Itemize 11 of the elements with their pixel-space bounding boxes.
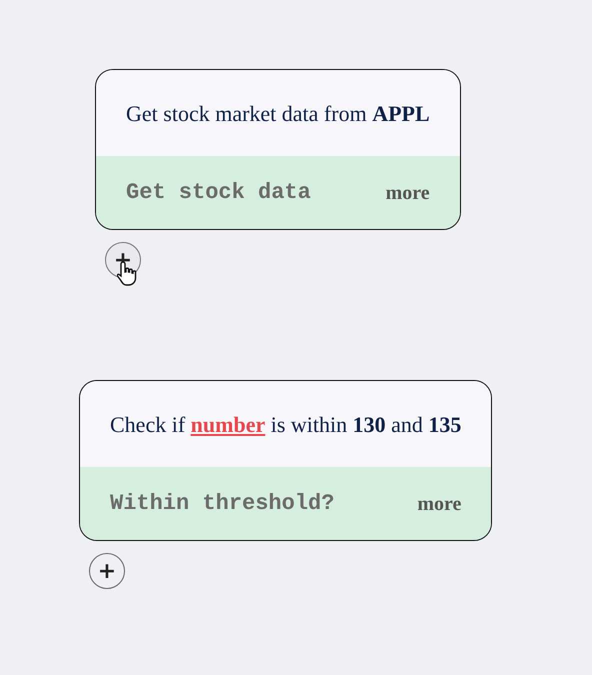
block-title: Within threshold?	[110, 490, 334, 518]
add-button[interactable]: +	[89, 553, 125, 589]
variable-link[interactable]: number	[190, 412, 266, 436]
block-description: Get stock market data from APPL	[126, 100, 430, 128]
more-button[interactable]: more	[386, 178, 430, 208]
hand-cursor-icon	[117, 260, 139, 286]
block-description: Check if number is within 130 and 135	[110, 410, 462, 438]
block-card[interactable]: Check if number is within 130 and 135 Within threshold? more	[79, 380, 492, 541]
more-button[interactable]: more	[417, 488, 462, 518]
block-title: Get stock data	[126, 179, 311, 207]
block-card[interactable]: Get stock market data from APPL Get stock data more	[95, 69, 461, 230]
